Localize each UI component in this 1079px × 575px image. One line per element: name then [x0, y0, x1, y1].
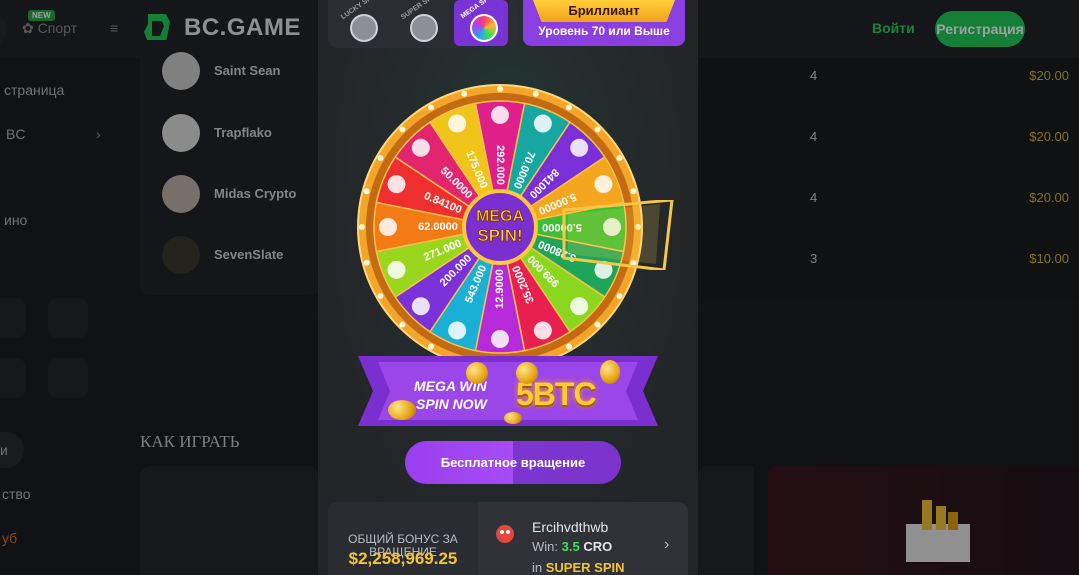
rim-light — [616, 155, 623, 161]
rim-light — [594, 126, 601, 133]
hub-label-2: SPIN! — [477, 226, 522, 245]
last-win-line: Win: 3.5 CRO — [532, 539, 612, 554]
coin-icon — [533, 321, 552, 340]
last-win-name: Ercihvdthwb — [532, 519, 609, 535]
coin-icon — [387, 175, 406, 194]
last-win[interactable]: Ercihvdthwb Win: 3.5 CRO in SUPER SPIN › — [478, 502, 688, 575]
rim-light — [377, 155, 384, 161]
rim-light — [566, 343, 572, 350]
last-win-game: SUPER SPIN — [545, 560, 625, 575]
coin-icon — [411, 138, 430, 157]
spin-tier-tabs: LUCKY SPIN! SUPER SPIN! MEGA SPIN! — [328, 0, 518, 48]
rim-light — [377, 293, 384, 299]
segment-value: 292.000 — [494, 145, 506, 185]
coin-icon — [491, 106, 509, 124]
level-subtitle: Уровень 70 или Выше — [538, 24, 670, 38]
rim-light — [359, 224, 365, 230]
rim-light — [461, 90, 468, 97]
rim-light — [399, 126, 406, 133]
coin-icon — [533, 114, 552, 133]
coin-icon — [411, 297, 430, 316]
coin-icon — [448, 321, 467, 340]
free-spin-button[interactable]: Бесплатное вращение — [405, 441, 621, 484]
coin-icon — [570, 138, 589, 157]
rim-light — [428, 104, 434, 111]
rim-light — [630, 188, 637, 195]
coin-icon — [600, 360, 620, 384]
coin-icon — [448, 114, 467, 133]
spin-modal: LUCKY SPIN! SUPER SPIN! MEGA SPIN! Брилл… — [318, 0, 698, 575]
rim-light — [594, 321, 601, 328]
coin-icon — [504, 412, 522, 424]
total-bonus-value: $2,258,969.25 — [348, 549, 458, 568]
last-win-amount: 3.5 — [561, 539, 580, 554]
rim-light — [363, 259, 370, 266]
rim-light — [399, 321, 406, 328]
rim-light — [497, 86, 503, 92]
wheel-icon — [470, 14, 498, 42]
page: NEW ✿ Спорт ≡ BC.GAME Войти Регистрация … — [0, 0, 1079, 575]
coin-icon — [387, 260, 406, 279]
rim-light — [363, 188, 370, 195]
rim-light — [532, 90, 539, 97]
rim-light — [616, 293, 623, 299]
tab-lucky-spin[interactable]: LUCKY SPIN! — [334, 0, 388, 46]
segment-value: 62.0000 — [418, 221, 458, 233]
rim-light — [428, 343, 434, 350]
tab-mega-spin[interactable]: MEGA SPIN! — [454, 0, 508, 46]
wheel-icon — [350, 14, 378, 42]
coin-icon — [466, 362, 488, 384]
last-win-game-line: in SUPER SPIN — [532, 560, 625, 575]
coin-icon — [379, 218, 397, 236]
segment-value: 12.9000 — [494, 269, 506, 309]
level-title: Бриллиант — [533, 0, 675, 22]
tab-super-spin[interactable]: SUPER SPIN! — [394, 0, 448, 46]
hub-label-1: MEGA — [476, 208, 524, 225]
banner-line-2: SPIN NOW — [416, 396, 487, 412]
coin-icon — [516, 362, 538, 384]
coin-icon — [388, 400, 416, 420]
last-win-in: in — [532, 560, 543, 575]
coin-icon — [491, 330, 509, 348]
coin-icon — [570, 297, 589, 316]
bonus-card: ОБЩИЙ БОНУС ЗА ВРАЩЕНИЕ $2,258,969.25 Er… — [328, 502, 688, 575]
chevron-right-icon[interactable]: › — [664, 536, 669, 554]
total-bonus: ОБЩИЙ БОНУС ЗА ВРАЩЕНИЕ $2,258,969.25 — [328, 502, 478, 575]
last-win-currency: CRO — [583, 539, 613, 554]
wheel-icon — [410, 14, 438, 42]
level-requirement: Бриллиант Уровень 70 или Выше — [523, 0, 685, 46]
rim-light — [566, 104, 572, 111]
coin-icon — [594, 175, 613, 194]
wheel-pointer-icon — [562, 200, 674, 270]
last-win-prefix: Win: — [532, 539, 558, 554]
dragon-avatar-icon — [496, 525, 514, 543]
